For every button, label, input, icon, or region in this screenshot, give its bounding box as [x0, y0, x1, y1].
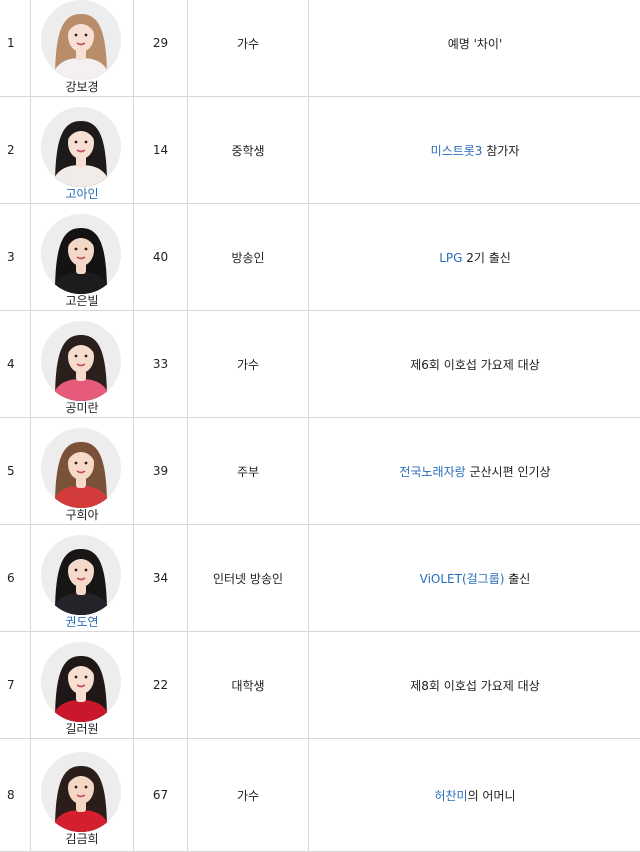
- row-number: 5: [0, 418, 31, 525]
- occupation-cell: 방송인: [188, 204, 309, 311]
- occupation-cell: 주부: [188, 418, 309, 525]
- age-cell: 39: [134, 418, 188, 525]
- occupation-cell: 대학생: [188, 632, 309, 739]
- note-cell: 제8회 이호섭 가요제 대상: [309, 632, 640, 739]
- note-text: 출신: [504, 572, 530, 586]
- occupation-cell: 가수: [188, 739, 309, 852]
- note-text: 제8회 이호섭 가요제 대상: [410, 679, 539, 693]
- table-row: 6 권도연 3: [0, 525, 640, 632]
- table-row: 4 공미란 3: [0, 311, 640, 418]
- note-text: 2기 출신: [462, 251, 510, 265]
- profile-cell: 강보경: [31, 0, 134, 97]
- avatar[interactable]: [41, 321, 121, 401]
- row-number: 4: [0, 311, 31, 418]
- age-cell: 22: [134, 632, 188, 739]
- contestant-name: 김금희: [31, 830, 133, 847]
- age-cell: 29: [134, 0, 188, 97]
- note-cell: LPG 2기 출신: [309, 204, 640, 311]
- row-number: 1: [0, 0, 31, 97]
- avatar[interactable]: [41, 642, 121, 722]
- age-cell: 40: [134, 204, 188, 311]
- avatar[interactable]: [41, 214, 121, 294]
- profile-cell: 공미란: [31, 311, 134, 418]
- table-row: 7 길러원 2: [0, 632, 640, 739]
- note-text: 제6회 이호섭 가요제 대상: [410, 358, 539, 372]
- note-link[interactable]: ViOLET(걸그룹): [420, 572, 505, 586]
- profile-cell: 구희아: [31, 418, 134, 525]
- contestant-name: 고아인: [31, 185, 133, 202]
- profile-cell: 권도연: [31, 525, 134, 632]
- note-cell: 예명 '차이': [309, 0, 640, 97]
- note-cell: 전국노래자랑 군산시편 인기상: [309, 418, 640, 525]
- age-cell: 34: [134, 525, 188, 632]
- note-link[interactable]: 전국노래자랑: [399, 465, 465, 479]
- row-number: 2: [0, 97, 31, 204]
- note-link[interactable]: 허찬미: [434, 789, 467, 803]
- note-text: 군산시편 인기상: [466, 465, 551, 479]
- note-text: 예명 '차이': [448, 37, 503, 51]
- contestant-name: 강보경: [31, 78, 133, 95]
- avatar[interactable]: [41, 428, 121, 508]
- table-row: 3 고은빌 4: [0, 204, 640, 311]
- profile-cell: 고은빌: [31, 204, 134, 311]
- profile-cell: 김금희: [31, 739, 134, 852]
- occupation-cell: 인터넷 방송인: [188, 525, 309, 632]
- note-cell: 허찬미의 어머니: [309, 739, 640, 852]
- contestant-name: 길러원: [31, 720, 133, 737]
- contestant-name: 고은빌: [31, 292, 133, 309]
- table-row: 8 김금희 6: [0, 739, 640, 852]
- table-row: 2 고아인 1: [0, 97, 640, 204]
- age-cell: 14: [134, 97, 188, 204]
- row-number: 7: [0, 632, 31, 739]
- avatar[interactable]: [41, 752, 121, 832]
- note-text: 의 어머니: [468, 789, 516, 803]
- profile-cell: 고아인: [31, 97, 134, 204]
- note-cell: 제6회 이호섭 가요제 대상: [309, 311, 640, 418]
- contestant-name: 권도연: [31, 613, 133, 630]
- note-cell: ViOLET(걸그룹) 출신: [309, 525, 640, 632]
- contestant-name: 공미란: [31, 399, 133, 416]
- contestant-name: 구희아: [31, 506, 133, 523]
- age-cell: 33: [134, 311, 188, 418]
- avatar[interactable]: [41, 0, 121, 80]
- avatar[interactable]: [41, 107, 121, 187]
- avatar[interactable]: [41, 535, 121, 615]
- table-row: 5 구희아 3: [0, 418, 640, 525]
- occupation-cell: 중학생: [188, 97, 309, 204]
- row-number: 8: [0, 739, 31, 852]
- occupation-cell: 가수: [188, 311, 309, 418]
- age-cell: 67: [134, 739, 188, 852]
- row-number: 3: [0, 204, 31, 311]
- note-link[interactable]: LPG: [439, 251, 462, 265]
- note-text: 참가자: [482, 144, 519, 158]
- row-number: 6: [0, 525, 31, 632]
- occupation-cell: 가수: [188, 0, 309, 97]
- contestant-table: 1 강보경 2: [0, 0, 640, 852]
- note-cell: 미스트롯3 참가자: [309, 97, 640, 204]
- table-row: 1 강보경 2: [0, 0, 640, 97]
- profile-cell: 길러원: [31, 632, 134, 739]
- note-link[interactable]: 미스트롯3: [431, 144, 483, 158]
